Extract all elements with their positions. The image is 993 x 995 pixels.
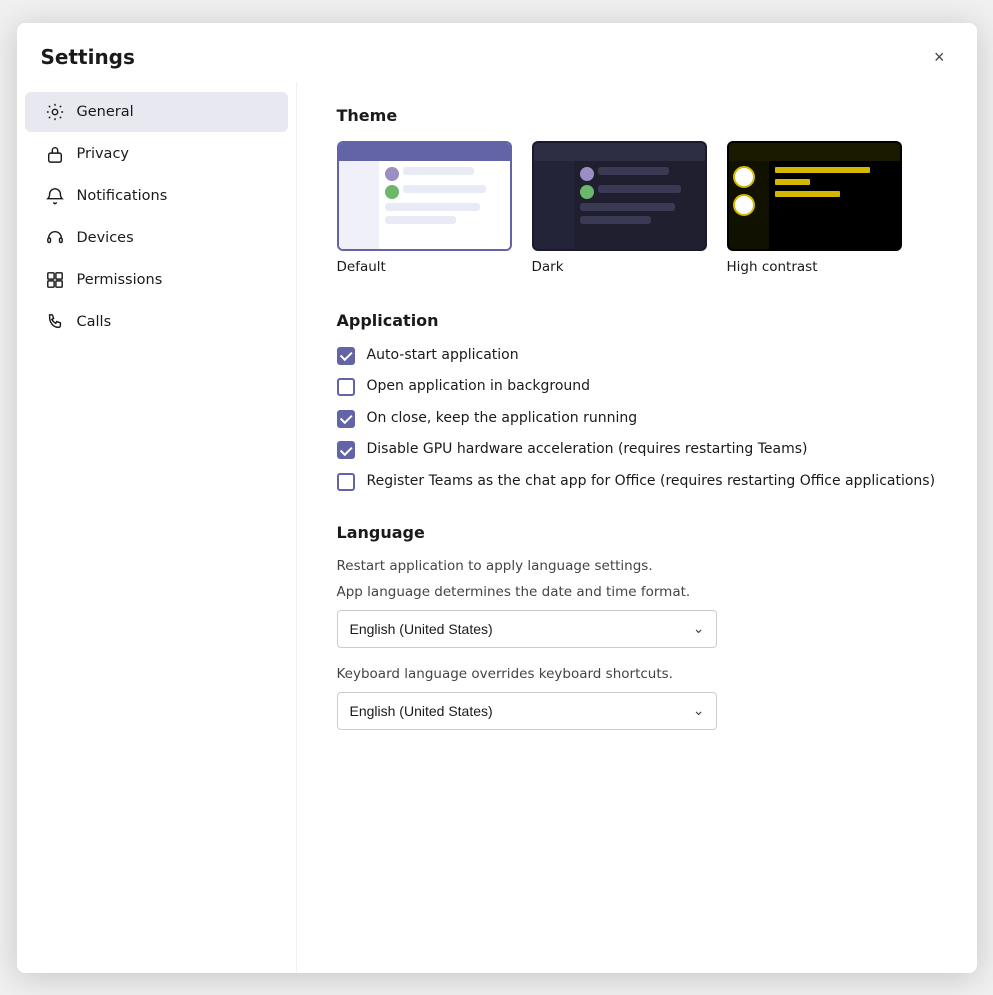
application-section: Application Auto-start application Open …	[337, 311, 937, 492]
checkbox-auto-start[interactable]	[337, 347, 355, 365]
label-open-bg: Open application in background	[367, 377, 591, 397]
sidebar-label-privacy: Privacy	[77, 146, 130, 162]
dialog-body: General Privacy Notifi	[17, 82, 977, 973]
theme-options-row: Default	[337, 141, 937, 275]
checkbox-row-auto-start: Auto-start application	[337, 346, 937, 366]
sidebar-item-permissions[interactable]: Permissions	[25, 260, 288, 300]
theme-card-high-contrast[interactable]: High contrast	[727, 141, 902, 275]
app-language-desc: App language determines the date and tim…	[337, 584, 937, 600]
dialog-header: Settings ×	[17, 23, 977, 82]
grid-icon	[45, 270, 65, 290]
checkbox-row-disable-gpu: Disable GPU hardware acceleration (requi…	[337, 440, 937, 460]
app-language-wrap: App language determines the date and tim…	[337, 584, 937, 648]
theme-section-title: Theme	[337, 106, 937, 125]
sidebar-label-notifications: Notifications	[77, 188, 168, 204]
label-register-chat: Register Teams as the chat app for Offic…	[367, 472, 936, 492]
checkbox-open-bg[interactable]	[337, 378, 355, 396]
sidebar-item-privacy[interactable]: Privacy	[25, 134, 288, 174]
app-language-select-container: English (United States) ⌄	[337, 610, 717, 648]
theme-card-dark[interactable]: Dark	[532, 141, 707, 275]
theme-card-default[interactable]: Default	[337, 141, 512, 275]
sidebar-label-devices: Devices	[77, 230, 134, 246]
theme-section: Theme	[337, 106, 937, 275]
application-section-title: Application	[337, 311, 937, 330]
sidebar-item-notifications[interactable]: Notifications	[25, 176, 288, 216]
label-disable-gpu: Disable GPU hardware acceleration (requi…	[367, 440, 808, 460]
keyboard-language-select-container: English (United States) ⌄	[337, 692, 717, 730]
sidebar-label-calls: Calls	[77, 314, 112, 330]
theme-preview-dark	[532, 141, 707, 251]
theme-label-default: Default	[337, 259, 386, 275]
checkbox-disable-gpu[interactable]	[337, 441, 355, 459]
lock-icon	[45, 144, 65, 164]
checkbox-row-open-bg: Open application in background	[337, 377, 937, 397]
bell-icon	[45, 186, 65, 206]
checkbox-keep-running[interactable]	[337, 410, 355, 428]
checkbox-row-register-chat: Register Teams as the chat app for Offic…	[337, 472, 937, 492]
theme-preview-hc	[727, 141, 902, 251]
checkbox-register-chat[interactable]	[337, 473, 355, 491]
sidebar: General Privacy Notifi	[17, 82, 297, 973]
theme-label-hc: High contrast	[727, 259, 818, 275]
label-auto-start: Auto-start application	[367, 346, 519, 366]
sidebar-item-general[interactable]: General	[25, 92, 288, 132]
checkbox-row-keep-running: On close, keep the application running	[337, 409, 937, 429]
sidebar-label-general: General	[77, 104, 134, 120]
keyboard-language-select[interactable]: English (United States)	[337, 692, 717, 730]
label-keep-running: On close, keep the application running	[367, 409, 638, 429]
gear-icon	[45, 102, 65, 122]
headset-icon	[45, 228, 65, 248]
language-restart-desc: Restart application to apply language se…	[337, 558, 937, 574]
main-content: Theme	[297, 82, 977, 973]
app-language-select[interactable]: English (United States)	[337, 610, 717, 648]
keyboard-language-wrap: Keyboard language overrides keyboard sho…	[337, 666, 937, 730]
keyboard-language-desc: Keyboard language overrides keyboard sho…	[337, 666, 937, 682]
sidebar-label-permissions: Permissions	[77, 272, 163, 288]
close-button[interactable]: ×	[926, 43, 953, 72]
theme-label-dark: Dark	[532, 259, 564, 275]
sidebar-item-devices[interactable]: Devices	[25, 218, 288, 258]
sidebar-item-calls[interactable]: Calls	[25, 302, 288, 342]
phone-icon	[45, 312, 65, 332]
theme-preview-default	[337, 141, 512, 251]
language-section: Language Restart application to apply la…	[337, 523, 937, 730]
language-section-title: Language	[337, 523, 937, 542]
dialog-title: Settings	[41, 45, 135, 69]
settings-dialog: Settings × General	[17, 23, 977, 973]
